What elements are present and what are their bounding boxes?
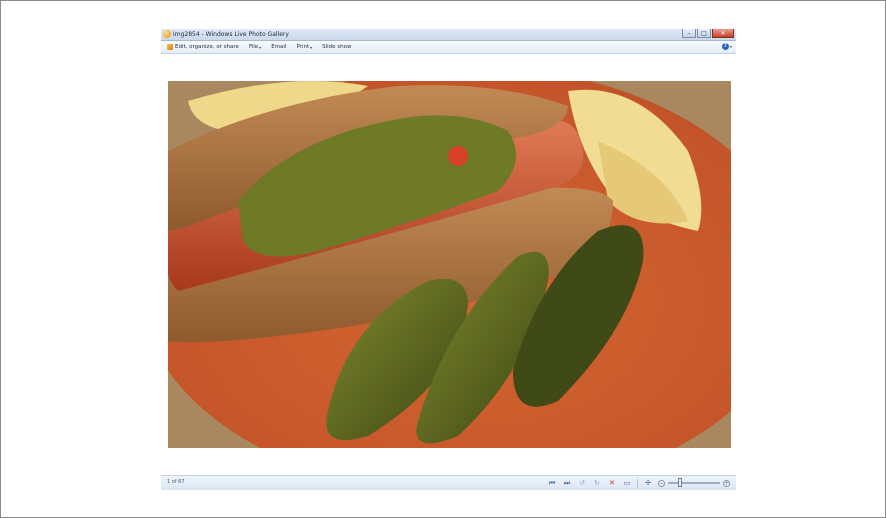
next-button[interactable]: ⏭ [562,478,572,488]
zoom-out-button[interactable]: − [658,479,665,487]
red-pepper [448,146,468,166]
title-bar[interactable]: Img2854 - Windows Live Photo Gallery – □… [161,29,736,41]
menu-file[interactable]: File ▾ [249,44,261,50]
hot-dog-photo [168,81,731,448]
menu-edit-organize-share[interactable]: Edit, organize, or share [167,44,239,50]
minimize-button[interactable]: – [682,29,696,38]
menu-label: Print [296,44,310,50]
help-menu[interactable]: ? ▾ [721,43,732,50]
zoom-slider[interactable] [668,478,720,487]
window-controls: – □ ✕ [681,29,734,39]
navigation-controls: ⏮ ⏭ ↺ ↻ ✕ ▭ ✢ − + [547,478,730,488]
delete-button[interactable]: ✕ [607,478,617,488]
chevron-down-icon: ▾ [729,44,732,49]
chevron-down-icon: ▾ [259,44,262,50]
previous-button[interactable]: ⏮ [547,478,557,488]
slideshow-button[interactable]: ▭ [622,478,632,488]
menu-label: Email [271,44,287,50]
menu-print[interactable]: Print ▾ [296,44,312,50]
toolbar-separator [637,478,638,488]
menu-label: Slide show [322,44,352,50]
menu-label: Edit, organize, or share [175,44,239,50]
fit-to-window-button[interactable]: ✢ [643,478,653,488]
photo-gallery-icon [163,30,171,38]
zoom-slider-thumb[interactable] [677,478,682,487]
menu-label: File [248,44,259,50]
menu-bar: Edit, organize, or share File ▾ Email Pr… [161,41,736,54]
photo-gallery-window: Img2854 - Windows Live Photo Gallery – □… [161,29,736,490]
help-icon: ? [721,43,729,50]
navigation-bar: 1 of 67 ⏮ ⏭ ↺ ↻ ✕ ▭ ✢ − + [161,475,736,490]
window-title: Img2854 - Windows Live Photo Gallery [173,31,289,38]
chevron-down-icon: ▾ [310,44,313,50]
photo-counter: 1 of 67 [167,479,185,485]
rotate-right-button[interactable]: ↻ [592,478,602,488]
maximize-button[interactable]: □ [697,29,711,38]
photo-viewer-image[interactable] [168,81,731,448]
rotate-left-button[interactable]: ↺ [577,478,587,488]
close-button[interactable]: ✕ [712,29,734,38]
edit-organize-icon [167,44,173,50]
zoom-in-button[interactable]: + [723,479,730,487]
menu-slide-show[interactable]: Slide show [322,44,351,50]
menu-email[interactable]: Email [271,44,286,50]
